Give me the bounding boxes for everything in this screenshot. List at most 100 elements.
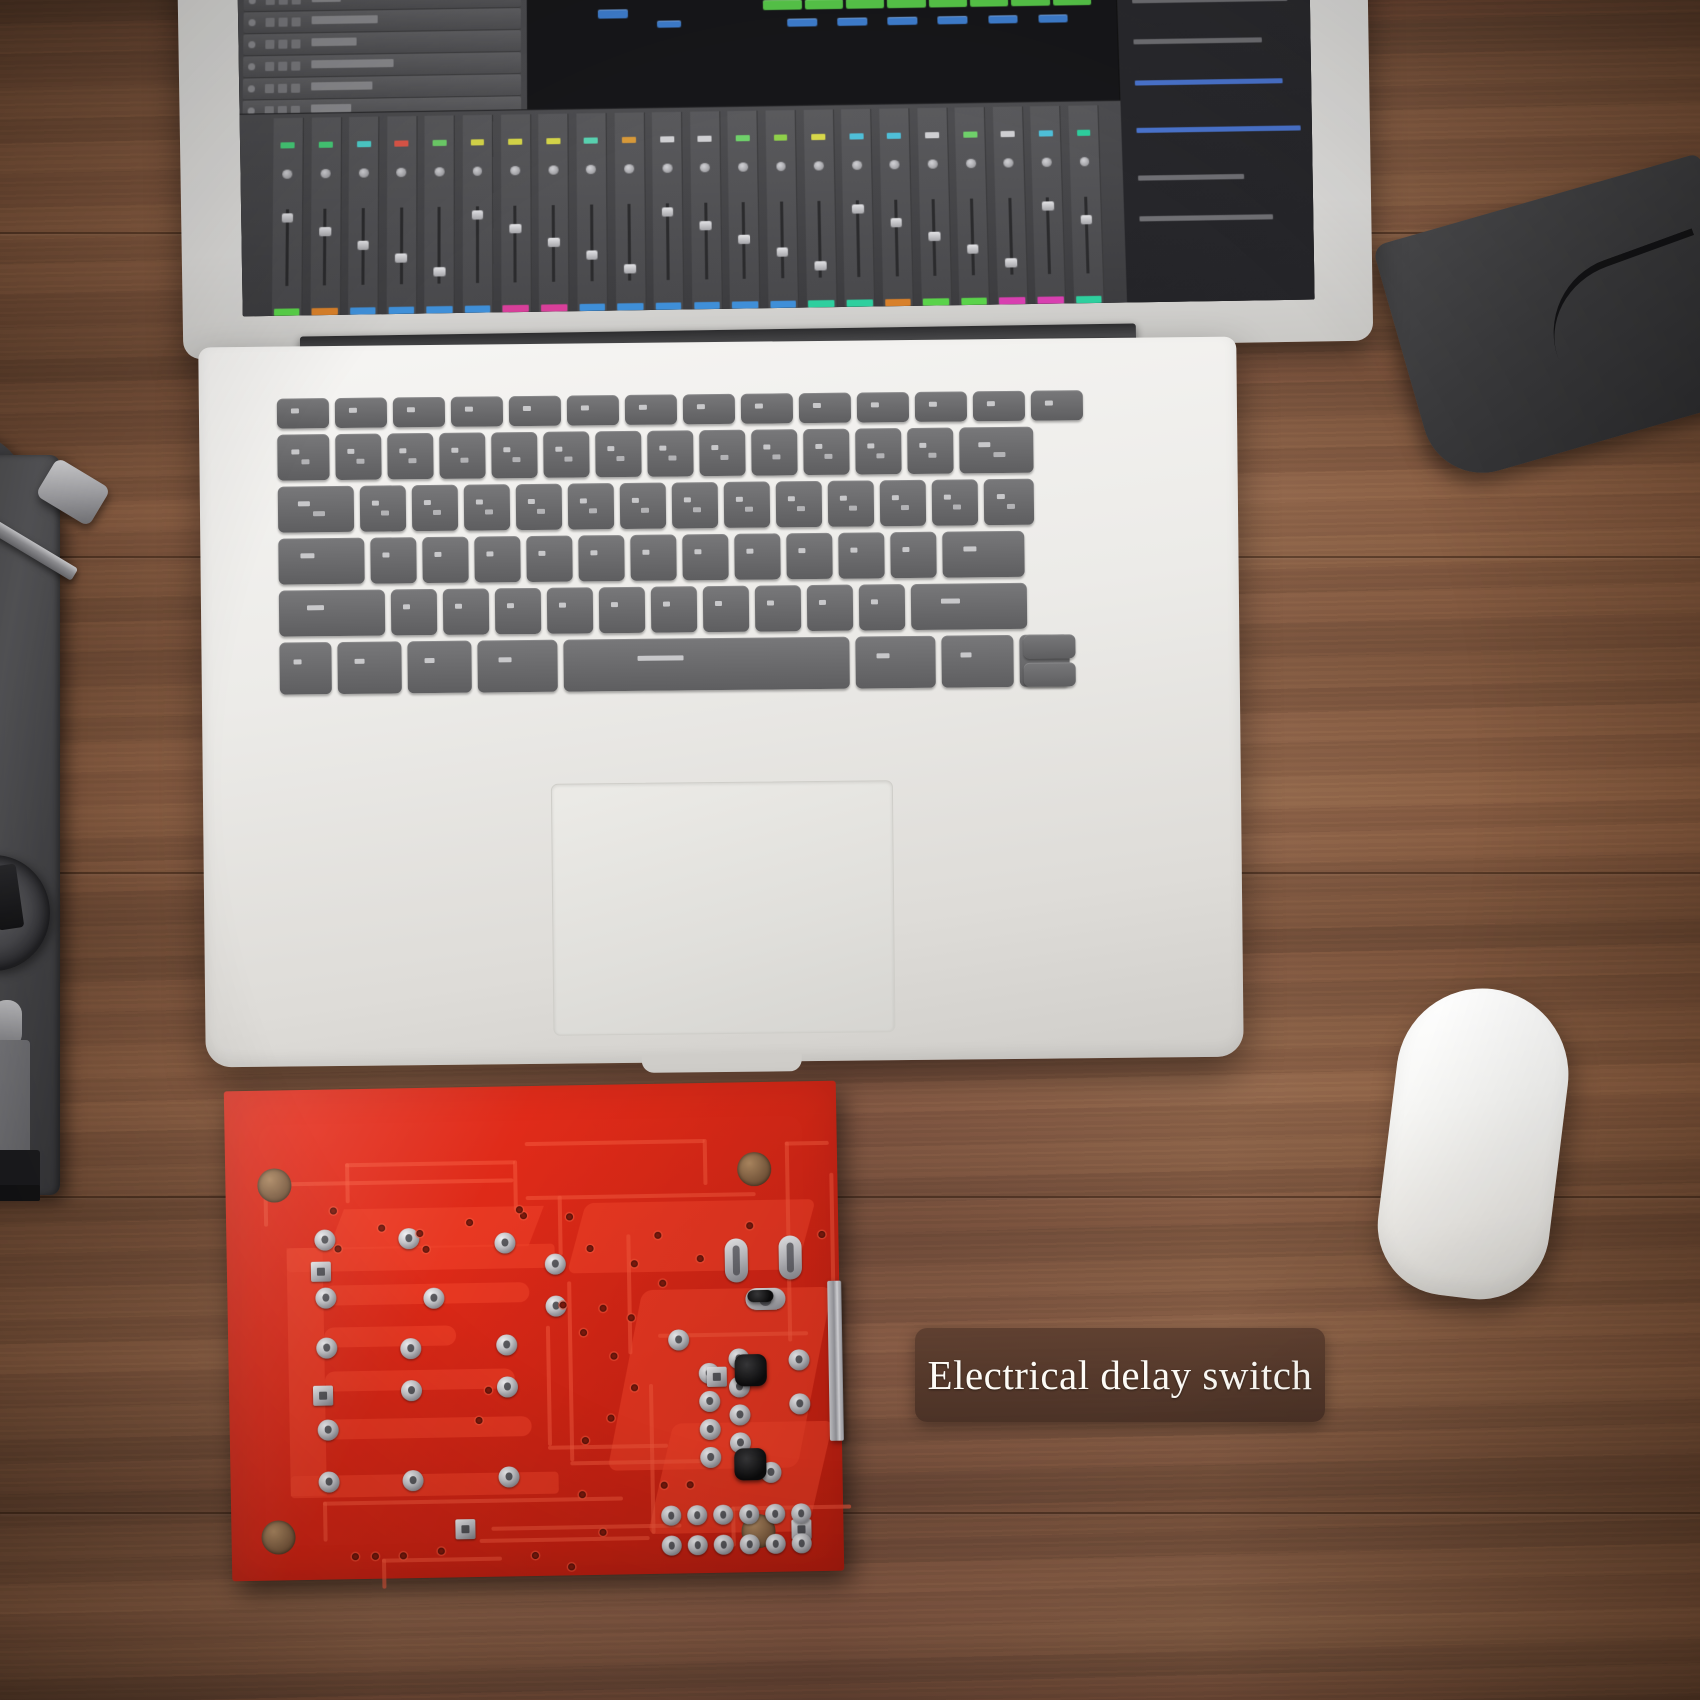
mixer-channel <box>955 107 990 307</box>
key-legend <box>409 458 416 463</box>
key-legend <box>464 406 472 411</box>
keyboard-key <box>393 397 445 428</box>
panel-text-line <box>1137 125 1300 133</box>
track-record-dot <box>248 63 255 70</box>
channel-meter-led <box>811 134 825 140</box>
key-legend <box>953 505 960 510</box>
track-control-icon <box>279 0 288 5</box>
track-control-icon <box>279 18 288 27</box>
key-legend <box>537 509 544 514</box>
track-name-text <box>311 59 393 68</box>
keyboard-key <box>855 636 936 689</box>
daw-region <box>598 10 628 19</box>
key-legend <box>867 443 874 448</box>
key-legend <box>659 445 666 450</box>
channel-pan-knob <box>472 167 482 176</box>
channel-pan-knob <box>738 163 748 172</box>
mixer-channel <box>501 115 532 315</box>
keyboard-key <box>984 479 1034 526</box>
keyboard-key <box>734 533 780 579</box>
mixer-channel <box>993 107 1029 307</box>
keyboard-key <box>526 536 572 582</box>
mixer-channel <box>728 111 761 311</box>
channel-meter-led <box>546 138 560 144</box>
key-legend <box>929 453 936 458</box>
keyboard-key <box>422 537 468 583</box>
keyboard-key <box>932 479 978 525</box>
channel-meter-led <box>849 133 863 139</box>
key-legend <box>745 507 752 512</box>
channel-fader-cap <box>1005 258 1017 267</box>
channel-fader-track <box>399 208 402 284</box>
key-legend <box>997 494 1005 499</box>
channel-fader-cap <box>548 237 560 246</box>
daw-region <box>1011 0 1050 7</box>
key-legend <box>721 455 728 460</box>
key-legend <box>298 501 310 506</box>
channel-pan-knob <box>1042 158 1052 167</box>
keyboard-key <box>335 397 387 428</box>
channel-name-label <box>732 301 758 309</box>
key-legend <box>849 506 856 511</box>
key-legend <box>919 443 926 448</box>
daw-region <box>805 0 844 10</box>
channel-name-label <box>503 305 529 313</box>
keyboard-key <box>959 427 1033 474</box>
key-legend <box>696 404 704 409</box>
channel-name-label <box>388 307 414 315</box>
mixer-channel <box>1030 106 1066 306</box>
key-legend <box>754 403 762 408</box>
key-legend <box>399 448 406 453</box>
laptop-base <box>198 337 1243 1068</box>
channel-pan-knob <box>548 166 558 175</box>
keyboard-key <box>682 534 728 580</box>
keyboard-key <box>776 481 822 527</box>
key-legend <box>291 449 299 454</box>
track-name-text <box>312 0 341 2</box>
key-legend <box>641 508 648 513</box>
key-legend <box>638 655 684 660</box>
track-control-icon <box>278 40 287 49</box>
laptop-keyboard[interactable] <box>277 389 1170 736</box>
laptop-trackpad[interactable] <box>551 780 896 1036</box>
key-legend <box>434 552 441 557</box>
key-legend <box>746 548 753 553</box>
key-legend <box>788 496 795 501</box>
key-legend <box>767 600 774 605</box>
panel-text-line <box>1134 38 1262 45</box>
key-legend <box>870 402 878 407</box>
channel-fader-cap <box>281 214 293 223</box>
key-legend <box>382 552 389 557</box>
daw-region <box>657 20 681 28</box>
daw-application-window <box>234 0 1314 316</box>
key-legend <box>797 506 804 511</box>
channel-fader-track <box>323 209 327 285</box>
channel-meter-led <box>963 131 977 137</box>
channel-pan-knob <box>700 163 710 172</box>
channel-fader-cap <box>357 240 369 249</box>
key-legend <box>590 550 597 555</box>
daw-region <box>837 17 867 26</box>
keyboard-key <box>568 483 614 529</box>
channel-fader-cap <box>319 227 331 236</box>
panel-text-line <box>1138 173 1243 180</box>
product-caption-box: Electrical delay switch <box>915 1328 1325 1422</box>
key-legend <box>424 658 434 663</box>
keyboard-key <box>907 428 953 474</box>
channel-meter-led <box>470 139 484 145</box>
mixer-channel <box>766 110 800 310</box>
key-legend <box>507 603 514 608</box>
keyboard-key <box>599 587 645 633</box>
channel-pan-knob <box>321 169 331 178</box>
channel-name-label <box>656 302 682 310</box>
daw-region <box>929 0 968 8</box>
channel-pan-knob <box>397 168 407 177</box>
channel-fader-cap <box>852 205 864 214</box>
keyboard-key <box>630 534 676 580</box>
keyboard-key <box>751 429 797 475</box>
keyboard-key <box>724 481 770 527</box>
keyboard-key <box>857 392 909 423</box>
key-legend <box>642 549 649 554</box>
track-control-icon <box>292 0 301 5</box>
key-legend <box>293 659 301 664</box>
